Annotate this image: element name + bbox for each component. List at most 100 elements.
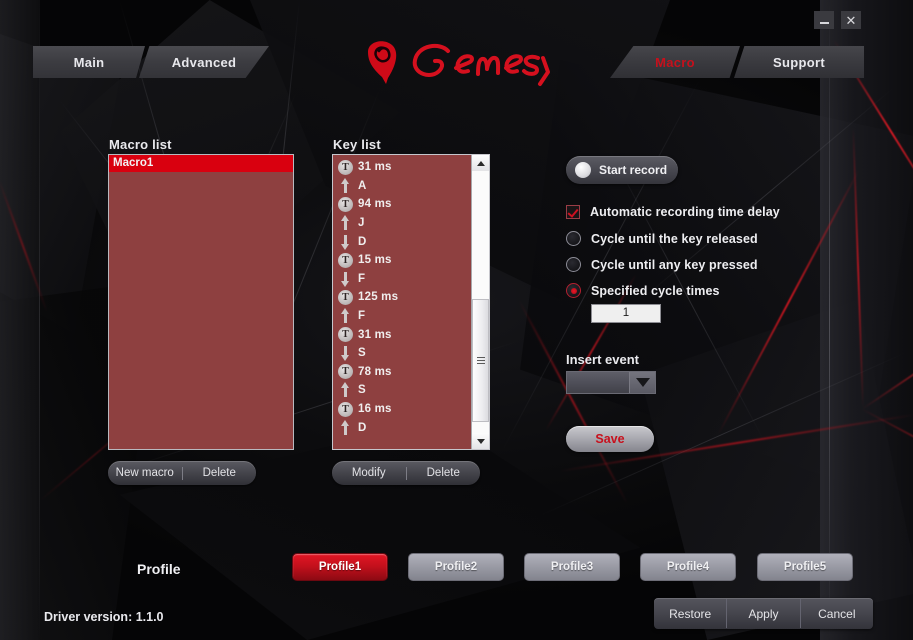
apply-button[interactable]: Apply [727, 607, 799, 621]
cycle-times-input[interactable]: 1 [591, 304, 661, 323]
option-automatic-recording-time-delay[interactable]: Automatic recording time delay [566, 205, 780, 219]
timer-icon: T [337, 252, 354, 269]
option-cycle-until-any-key-pressed[interactable]: Cycle until any key pressed [566, 257, 758, 272]
tab-macro[interactable]: Macro [610, 46, 740, 78]
key-list-item-label: 31 ms [358, 161, 392, 174]
profile-label: Profile [137, 561, 181, 577]
tab-macro-label: Macro [655, 54, 695, 70]
key-list-item[interactable]: S [337, 344, 471, 363]
footer-action-bar: Restore Apply Cancel [654, 598, 873, 629]
modify-key-button[interactable]: Modify [332, 461, 406, 485]
key-list-item[interactable]: D [337, 418, 471, 437]
scrollbar-track[interactable] [472, 171, 489, 433]
option-label: Cycle until any key pressed [591, 257, 758, 272]
chevron-down-icon[interactable] [629, 372, 655, 393]
arrow-down-icon [337, 345, 354, 362]
key-list-item-label: D [358, 235, 367, 248]
key-list-item[interactable]: F [337, 307, 471, 326]
key-list-item[interactable]: F [337, 270, 471, 289]
key-list-item[interactable]: T 125 ms [337, 288, 471, 307]
scroll-up-icon[interactable] [472, 155, 489, 171]
timer-icon: T [337, 363, 354, 380]
key-list-item[interactable]: T 94 ms [337, 195, 471, 214]
tab-advanced-label: Advanced [171, 54, 237, 70]
profile-1-label: Profile1 [318, 561, 362, 573]
macro-list-item[interactable]: Macro1 [109, 155, 293, 172]
profile-button-4[interactable]: Profile4 [640, 553, 736, 581]
scrollbar-thumb[interactable] [472, 299, 489, 422]
arrow-up-icon [337, 308, 354, 325]
start-record-button[interactable]: Start record [566, 156, 678, 184]
genesis-logo [360, 34, 555, 88]
insert-event-dropdown[interactable] [566, 371, 656, 394]
window-controls: ✕ [814, 11, 861, 29]
scroll-down-icon[interactable] [472, 433, 489, 449]
radio-icon[interactable] [566, 231, 581, 246]
profile-button-3[interactable]: Profile3 [524, 553, 620, 581]
radio-icon[interactable] [566, 257, 581, 272]
driver-version: Driver version: 1.1.0 [44, 610, 164, 624]
key-list-item-label: 31 ms [358, 328, 392, 341]
checkbox-icon[interactable] [566, 205, 580, 219]
timer-icon: T [337, 326, 354, 343]
key-list-items: T 31 ms A T 94 ms J D T 15 ms F T 125 ms F T 31 ms S T 78… [333, 155, 471, 449]
key-list-item-label: A [358, 179, 367, 192]
cancel-button[interactable]: Cancel [801, 607, 873, 621]
delete-macro-button[interactable]: Delete [183, 461, 257, 485]
key-list-item-label: S [358, 384, 366, 397]
key-list-item[interactable]: A [337, 177, 471, 196]
macro-list[interactable]: Macro1 [108, 154, 294, 450]
tab-support[interactable]: Support [734, 46, 864, 78]
arrow-down-icon [337, 270, 354, 287]
profile-button-5[interactable]: Profile5 [757, 553, 853, 581]
option-label: Automatic recording time delay [590, 205, 780, 219]
restore-button[interactable]: Restore [654, 607, 726, 621]
save-label: Save [595, 432, 625, 446]
radio-icon-selected[interactable] [566, 283, 581, 298]
arrow-up-icon [337, 177, 354, 194]
close-icon[interactable]: ✕ [841, 11, 861, 29]
tab-support-label: Support [773, 54, 825, 70]
profile-button-2[interactable]: Profile2 [408, 553, 504, 581]
titlebar: ✕ [0, 0, 913, 36]
insert-event-label: Insert event [566, 352, 639, 367]
save-button[interactable]: Save [566, 426, 654, 452]
key-list-item[interactable]: T 78 ms [337, 363, 471, 382]
key-list-item[interactable]: J [337, 214, 471, 233]
delete-key-button[interactable]: Delete [407, 461, 481, 485]
option-label: Specified cycle times [591, 283, 720, 298]
key-list-buttons: Modify Delete [332, 461, 480, 485]
tab-main-label: Main [73, 54, 105, 70]
key-list-title: Key list [333, 137, 381, 152]
macro-list-buttons: New macro Delete [108, 461, 256, 485]
key-list-item-label: 16 ms [358, 403, 392, 416]
option-label: Cycle until the key released [591, 231, 758, 246]
key-list-item[interactable]: T 15 ms [337, 251, 471, 270]
key-list-scrollbar[interactable] [471, 155, 489, 449]
timer-icon: T [337, 401, 354, 418]
key-list-item[interactable]: T 16 ms [337, 400, 471, 419]
key-list-item-label: D [358, 421, 367, 434]
tab-advanced[interactable]: Advanced [139, 46, 269, 78]
key-list-item[interactable]: D [337, 232, 471, 251]
profile-4-label: Profile4 [666, 561, 710, 573]
option-specified-cycle-times[interactable]: Specified cycle times [566, 283, 720, 298]
option-cycle-until-key-released[interactable]: Cycle until the key released [566, 231, 758, 246]
arrow-down-icon [337, 233, 354, 250]
profile-2-label: Profile2 [434, 561, 478, 573]
key-list[interactable]: T 31 ms A T 94 ms J D T 15 ms F T 125 ms F T 31 ms S T 78… [332, 154, 490, 450]
key-list-item[interactable]: T 31 ms [337, 158, 471, 177]
minimize-icon[interactable] [814, 11, 834, 29]
timer-icon: T [337, 289, 354, 306]
record-dot-icon [575, 162, 591, 178]
macro-item-label: Macro1 [113, 157, 154, 169]
key-list-item[interactable]: T 31 ms [337, 325, 471, 344]
tab-main[interactable]: Main [33, 46, 145, 78]
profile-button-1[interactable]: Profile1 [292, 553, 388, 581]
genesis-macro-window: ✕ Main Advanced Macro Support Macro list… [0, 0, 913, 640]
key-list-item-label: F [358, 310, 366, 323]
key-list-item-label: F [358, 272, 366, 285]
key-list-item-label: S [358, 347, 366, 360]
key-list-item[interactable]: S [337, 381, 471, 400]
new-macro-button[interactable]: New macro [108, 461, 182, 485]
